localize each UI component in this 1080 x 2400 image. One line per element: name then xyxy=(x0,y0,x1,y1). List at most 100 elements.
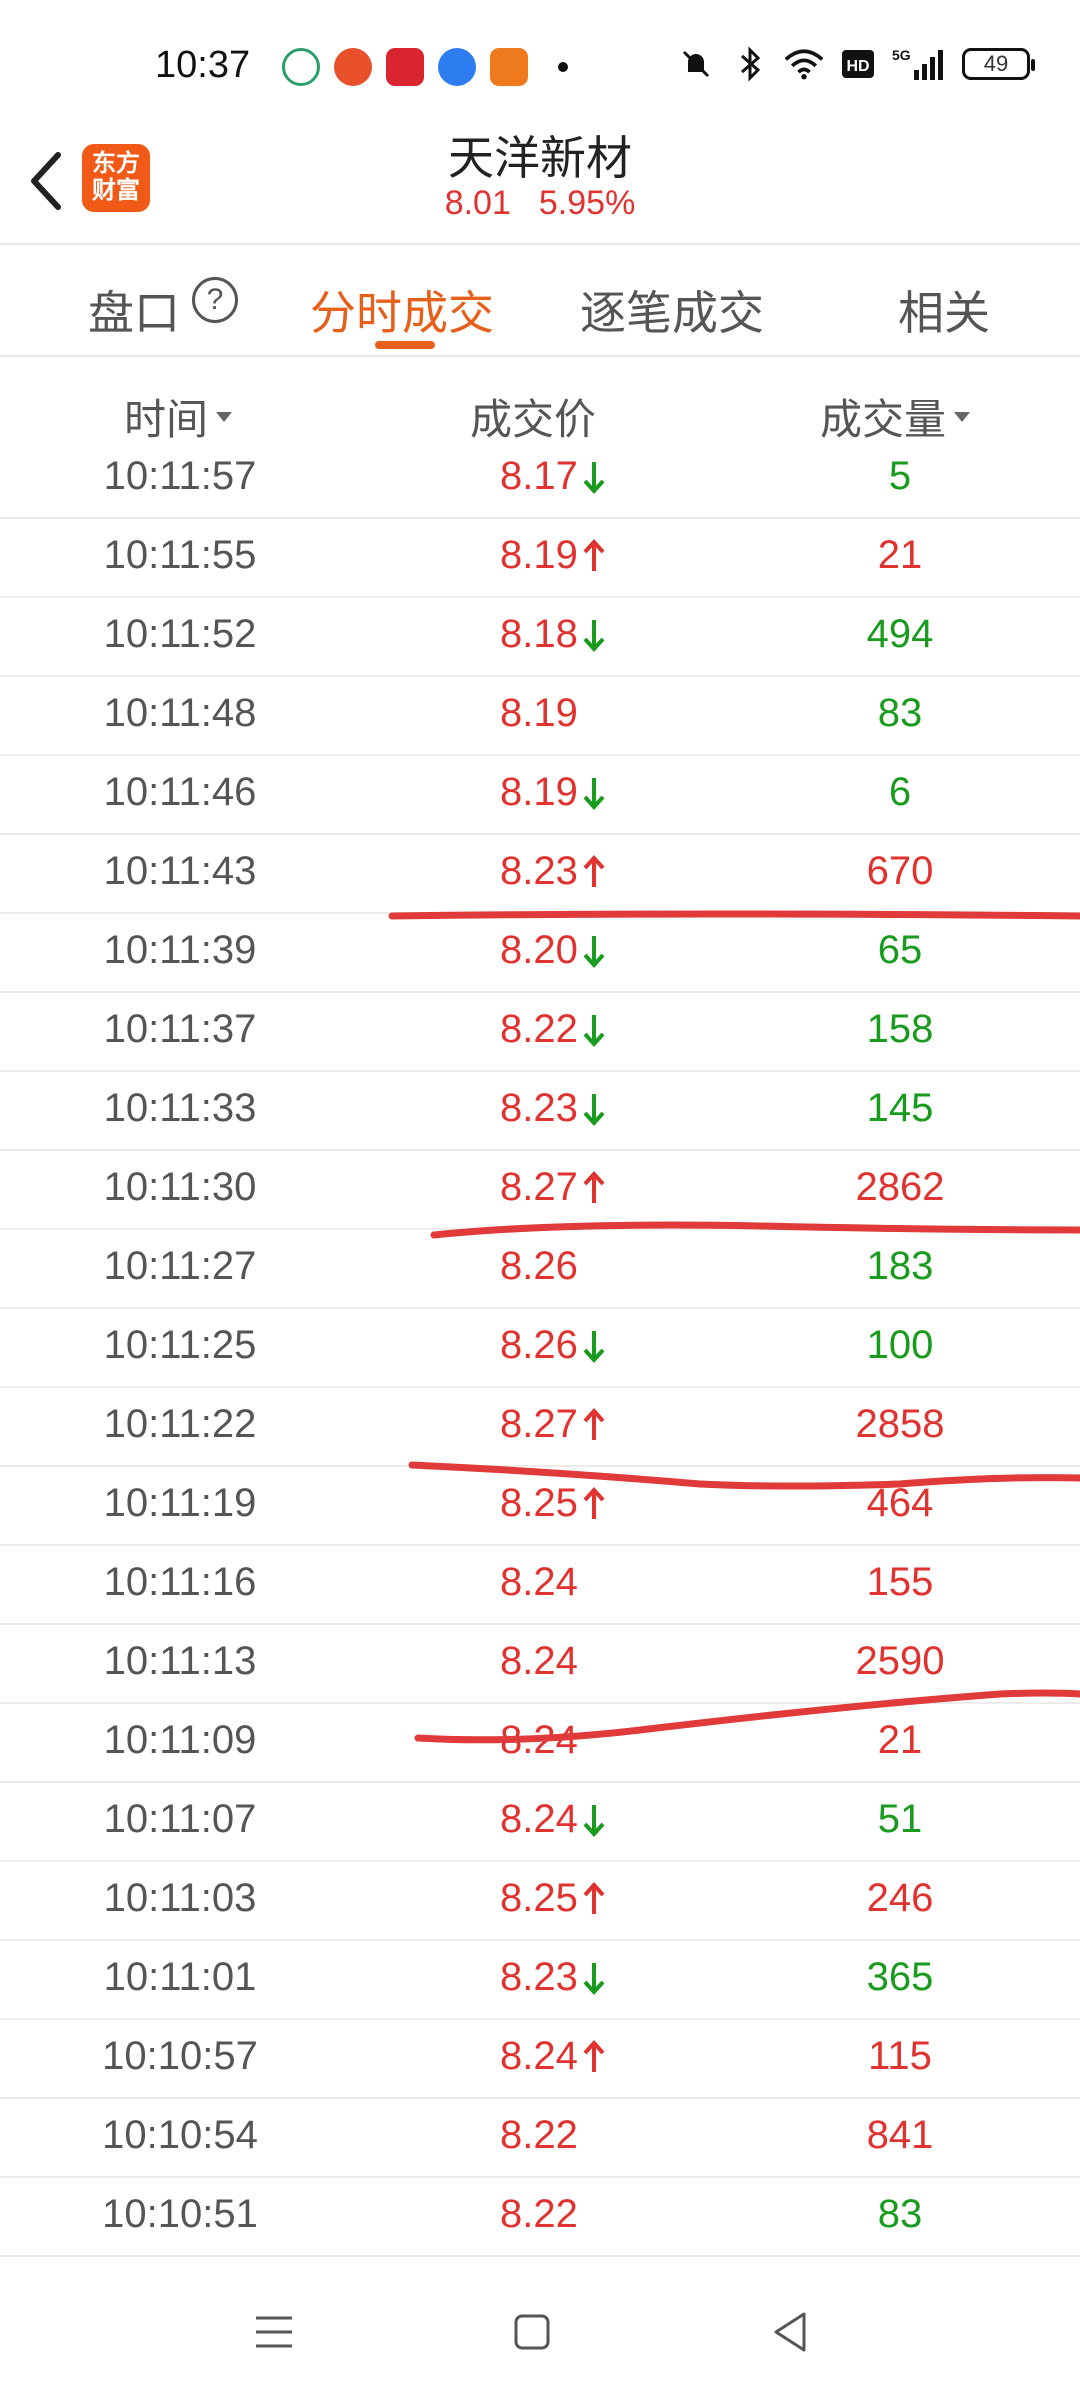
stock-price: 8.01 xyxy=(444,184,511,222)
trade-volume: 2858 xyxy=(855,1402,945,1446)
arrow-down-icon xyxy=(583,777,605,810)
home-button[interactable] xyxy=(502,2302,562,2362)
arrow-up-icon xyxy=(583,1881,605,1914)
trade-price-cell: 8.24 xyxy=(500,1718,578,1763)
bluetooth-icon xyxy=(730,44,770,84)
tab-tick-trades[interactable]: 逐笔成交 xyxy=(580,277,764,343)
app-notification-icon xyxy=(438,48,476,86)
notification-icons xyxy=(282,48,568,86)
trade-list[interactable]: 10:11:57 8.17 5 10:11:55 8.19 21 10:11:52 8.18 4… xyxy=(0,440,1080,2257)
trade-price: 8.24 xyxy=(500,2034,578,2078)
trade-price-cell: 8.26 xyxy=(500,1244,578,1289)
trade-row: 10:11:19 8.25 464 xyxy=(0,1467,1080,1546)
trade-price-cell: 8.23 xyxy=(500,1955,606,2000)
trade-price: 8.26 xyxy=(500,1244,578,1288)
arrow-down-icon xyxy=(583,461,605,494)
trade-row: 10:11:55 8.19 21 xyxy=(0,519,1080,598)
trade-time: 10:11:13 xyxy=(103,1639,257,1683)
trade-price-cell: 8.22 xyxy=(500,2192,578,2237)
trade-row: 10:10:54 8.22 841 xyxy=(0,2099,1080,2178)
trade-price-cell: 8.22 xyxy=(500,2113,578,2158)
trade-price-cell: 8.20 xyxy=(500,928,606,973)
help-icon[interactable]: ? xyxy=(192,277,238,323)
trade-price: 8.24 xyxy=(500,1560,578,1604)
system-nav-bar xyxy=(0,2258,1080,2400)
arrow-down-icon xyxy=(583,619,605,652)
trade-time: 10:11:27 xyxy=(103,1244,257,1288)
trade-row: 10:11:16 8.24 155 xyxy=(0,1546,1080,1625)
trade-row: 10:11:22 8.27 2858 xyxy=(0,1388,1080,1467)
status-bar: 10:37 HD 5G 49 xyxy=(0,0,1080,110)
trade-price: 8.23 xyxy=(500,849,578,893)
battery-level: 49 xyxy=(983,51,1009,76)
trade-row: 10:11:13 8.24 2590 xyxy=(0,1625,1080,1704)
trade-time: 10:11:25 xyxy=(103,1323,257,1367)
trade-volume: 246 xyxy=(866,1876,934,1920)
trade-time: 10:11:30 xyxy=(103,1165,257,1209)
trade-row: 10:10:51 8.22 83 xyxy=(0,2178,1080,2257)
app-header: 东方财富 天洋新材 8.01 5.95% xyxy=(0,110,1080,245)
trade-price: 8.26 xyxy=(500,1323,578,1367)
trade-time: 10:11:19 xyxy=(103,1481,257,1525)
stock-name: 天洋新材 xyxy=(448,131,632,185)
trade-price: 8.27 xyxy=(500,1165,578,1209)
trade-price: 8.22 xyxy=(500,2192,578,2236)
trade-row: 10:11:07 8.24 51 xyxy=(0,1783,1080,1862)
column-time-sort[interactable]: 时间 xyxy=(124,386,233,447)
tab-time-trades[interactable]: 分时成交 xyxy=(310,277,494,343)
sort-caret-icon xyxy=(216,411,233,422)
trade-price-cell: 8.25 xyxy=(500,1481,606,1526)
trade-price: 8.19 xyxy=(500,770,578,814)
trade-price-cell: 8.19 xyxy=(500,533,606,578)
trade-volume: 83 xyxy=(877,691,923,735)
trade-volume: 183 xyxy=(866,1244,934,1288)
tab-related[interactable]: 相关 xyxy=(898,277,990,343)
trade-price: 8.27 xyxy=(500,1402,578,1446)
stock-change-pct: 5.95% xyxy=(538,184,636,222)
trade-row: 10:11:37 8.22 158 xyxy=(0,993,1080,1072)
trade-row: 10:10:57 8.24 115 xyxy=(0,2020,1080,2099)
arrow-up-icon xyxy=(583,1486,605,1519)
trade-price: 8.24 xyxy=(500,1718,578,1762)
signal-icon: 5G xyxy=(892,44,948,84)
trade-time: 10:11:22 xyxy=(103,1402,257,1446)
trade-time: 10:11:48 xyxy=(103,691,257,735)
back-nav-button[interactable] xyxy=(760,2302,820,2362)
trade-row: 10:11:46 8.19 6 xyxy=(0,756,1080,835)
status-time: 10:37 xyxy=(155,44,251,86)
trade-time: 10:11:01 xyxy=(103,1955,257,1999)
trade-price: 8.25 xyxy=(500,1876,578,1920)
trade-volume: 464 xyxy=(866,1481,934,1525)
active-tab-indicator xyxy=(375,341,435,349)
trade-price: 8.23 xyxy=(500,1955,578,1999)
trade-volume: 100 xyxy=(866,1323,934,1367)
trade-price-cell: 8.19 xyxy=(500,770,606,815)
tab-bar: 盘口? 分时成交 逐笔成交 相关 xyxy=(0,247,1080,357)
svg-text:HD: HD xyxy=(846,58,869,75)
trade-time: 10:10:57 xyxy=(102,2034,258,2078)
menu-button[interactable] xyxy=(244,2302,304,2362)
trade-row: 10:11:52 8.18 494 xyxy=(0,598,1080,677)
trade-volume: 2862 xyxy=(855,1165,945,1209)
trade-price-cell: 8.23 xyxy=(500,1086,606,1131)
trade-row: 10:11:43 8.23 670 xyxy=(0,835,1080,914)
trade-price-cell: 8.17 xyxy=(500,454,606,499)
back-triangle-icon xyxy=(774,2312,806,2352)
more-notifications-dot xyxy=(558,62,568,72)
tab-order-book[interactable]: 盘口? xyxy=(88,277,238,343)
trade-row: 10:11:01 8.23 365 xyxy=(0,1941,1080,2020)
trade-price-cell: 8.27 xyxy=(500,1165,606,1210)
arrow-down-icon xyxy=(583,1330,605,1363)
menu-icon xyxy=(256,2316,292,2348)
trade-volume: 158 xyxy=(866,1007,934,1051)
trade-price-cell: 8.24 xyxy=(500,2034,606,2079)
svg-text:5G: 5G xyxy=(892,47,911,63)
trade-price: 8.24 xyxy=(500,1797,578,1841)
column-volume-sort[interactable]: 成交量 xyxy=(820,386,971,447)
trade-row: 10:11:25 8.26 100 xyxy=(0,1309,1080,1388)
app-notification-icon xyxy=(282,48,320,86)
trade-price-cell: 8.24 xyxy=(500,1797,606,1842)
trade-time: 10:11:09 xyxy=(103,1718,257,1762)
trade-price: 8.24 xyxy=(500,1639,578,1683)
arrow-up-icon xyxy=(583,538,605,571)
